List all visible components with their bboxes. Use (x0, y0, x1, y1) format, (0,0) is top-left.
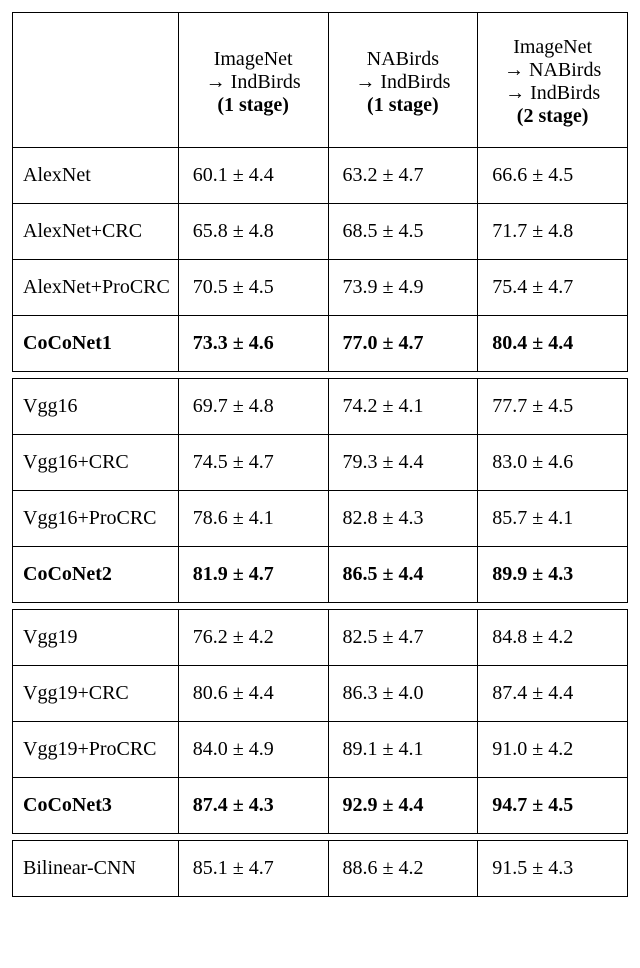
method-cell: CoCoNet3 (13, 778, 179, 834)
group-separator (13, 372, 628, 379)
value-cell: 82.5 ± 4.7 (328, 610, 478, 666)
value-cell: 73.3 ± 4.6 (178, 316, 328, 372)
table-row: Vgg1976.2 ± 4.282.5 ± 4.784.8 ± 4.2 (13, 610, 628, 666)
header-col2: NABirds → IndBirds (1 stage) (328, 13, 478, 148)
value-cell: 81.9 ± 4.7 (178, 547, 328, 603)
value-cell: 74.2 ± 4.1 (328, 379, 478, 435)
table-row: AlexNet+CRC65.8 ± 4.868.5 ± 4.571.7 ± 4.… (13, 204, 628, 260)
value-cell: 75.4 ± 4.7 (478, 260, 628, 316)
value-cell: 82.8 ± 4.3 (328, 491, 478, 547)
table-row: Vgg1669.7 ± 4.874.2 ± 4.177.7 ± 4.5 (13, 379, 628, 435)
value-cell: 80.6 ± 4.4 (178, 666, 328, 722)
value-cell: 80.4 ± 4.4 (478, 316, 628, 372)
table-row: AlexNet+ProCRC70.5 ± 4.573.9 ± 4.975.4 ±… (13, 260, 628, 316)
method-cell: Vgg19+ProCRC (13, 722, 179, 778)
value-cell: 69.7 ± 4.8 (178, 379, 328, 435)
value-cell: 94.7 ± 4.5 (478, 778, 628, 834)
value-cell: 66.6 ± 4.5 (478, 148, 628, 204)
value-cell: 85.1 ± 4.7 (178, 841, 328, 897)
value-cell: 79.3 ± 4.4 (328, 435, 478, 491)
value-cell: 76.2 ± 4.2 (178, 610, 328, 666)
table-row: CoCoNet281.9 ± 4.786.5 ± 4.489.9 ± 4.3 (13, 547, 628, 603)
group-separator (13, 603, 628, 610)
value-cell: 85.7 ± 4.1 (478, 491, 628, 547)
value-cell: 60.1 ± 4.4 (178, 148, 328, 204)
value-cell: 86.3 ± 4.0 (328, 666, 478, 722)
method-cell: AlexNet+ProCRC (13, 260, 179, 316)
value-cell: 74.5 ± 4.7 (178, 435, 328, 491)
method-cell: Vgg19 (13, 610, 179, 666)
value-cell: 84.8 ± 4.2 (478, 610, 628, 666)
group-separator (13, 834, 628, 841)
value-cell: 91.5 ± 4.3 (478, 841, 628, 897)
header-col3: ImageNet → NABirds → IndBirds (2 stage) (478, 13, 628, 148)
value-cell: 77.0 ± 4.7 (328, 316, 478, 372)
value-cell: 77.7 ± 4.5 (478, 379, 628, 435)
table-row: Vgg16+CRC74.5 ± 4.779.3 ± 4.483.0 ± 4.6 (13, 435, 628, 491)
table-row: CoCoNet387.4 ± 4.392.9 ± 4.494.7 ± 4.5 (13, 778, 628, 834)
value-cell: 89.9 ± 4.3 (478, 547, 628, 603)
method-cell: Vgg16+CRC (13, 435, 179, 491)
value-cell: 89.1 ± 4.1 (328, 722, 478, 778)
table-row: Vgg19+CRC80.6 ± 4.486.3 ± 4.087.4 ± 4.4 (13, 666, 628, 722)
header-row: ImageNet → IndBirds (1 stage) NABirds → … (13, 13, 628, 148)
method-cell: CoCoNet2 (13, 547, 179, 603)
value-cell: 86.5 ± 4.4 (328, 547, 478, 603)
method-cell: Vgg16 (13, 379, 179, 435)
value-cell: 78.6 ± 4.1 (178, 491, 328, 547)
method-cell: Bilinear-CNN (13, 841, 179, 897)
value-cell: 71.7 ± 4.8 (478, 204, 628, 260)
method-cell: Vgg16+ProCRC (13, 491, 179, 547)
method-cell: AlexNet (13, 148, 179, 204)
value-cell: 88.6 ± 4.2 (328, 841, 478, 897)
value-cell: 83.0 ± 4.6 (478, 435, 628, 491)
table-row: Bilinear-CNN85.1 ± 4.788.6 ± 4.291.5 ± 4… (13, 841, 628, 897)
method-cell: CoCoNet1 (13, 316, 179, 372)
value-cell: 65.8 ± 4.8 (178, 204, 328, 260)
header-col1: ImageNet → IndBirds (1 stage) (178, 13, 328, 148)
value-cell: 87.4 ± 4.4 (478, 666, 628, 722)
table-row: AlexNet60.1 ± 4.463.2 ± 4.766.6 ± 4.5 (13, 148, 628, 204)
table-row: Vgg16+ProCRC78.6 ± 4.182.8 ± 4.385.7 ± 4… (13, 491, 628, 547)
method-cell: Vgg19+CRC (13, 666, 179, 722)
value-cell: 70.5 ± 4.5 (178, 260, 328, 316)
header-method (13, 13, 179, 148)
table-row: Vgg19+ProCRC84.0 ± 4.989.1 ± 4.191.0 ± 4… (13, 722, 628, 778)
value-cell: 84.0 ± 4.9 (178, 722, 328, 778)
value-cell: 73.9 ± 4.9 (328, 260, 478, 316)
value-cell: 92.9 ± 4.4 (328, 778, 478, 834)
value-cell: 87.4 ± 4.3 (178, 778, 328, 834)
value-cell: 91.0 ± 4.2 (478, 722, 628, 778)
value-cell: 68.5 ± 4.5 (328, 204, 478, 260)
results-table: ImageNet → IndBirds (1 stage) NABirds → … (12, 12, 628, 897)
value-cell: 63.2 ± 4.7 (328, 148, 478, 204)
table-row: CoCoNet173.3 ± 4.677.0 ± 4.780.4 ± 4.4 (13, 316, 628, 372)
method-cell: AlexNet+CRC (13, 204, 179, 260)
